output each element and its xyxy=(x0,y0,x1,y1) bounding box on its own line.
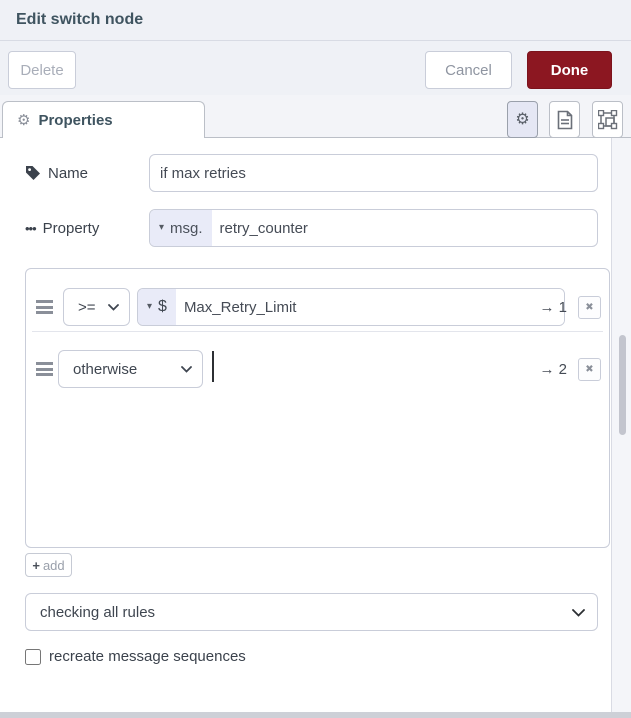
caret-down-icon: ▾ xyxy=(147,301,153,312)
properties-tab-button[interactable]: ⚙ xyxy=(507,101,538,138)
rule-mode-value: checking all rules xyxy=(40,603,156,621)
gear-icon: ⚙ xyxy=(17,111,31,129)
property-type-selector[interactable]: ▾ msg. xyxy=(150,210,212,246)
name-label: Name xyxy=(25,154,88,192)
ellipsis-icon: ••• xyxy=(25,220,37,236)
chevron-down-icon xyxy=(572,608,585,617)
dialog-title: Edit switch node xyxy=(16,11,144,28)
property-value[interactable]: retry_counter xyxy=(212,210,308,246)
rule-2-operator-select[interactable]: otherwise xyxy=(58,350,203,388)
tag-icon xyxy=(25,165,41,181)
rule-2-operator-value: otherwise xyxy=(73,360,138,378)
rule-1-operator-select[interactable]: >= xyxy=(63,288,130,326)
remove-icon: ✖ xyxy=(585,364,594,375)
rule-1-value-input[interactable] xyxy=(175,289,564,325)
add-rule-label: add xyxy=(42,557,65,573)
tab-bar: ⚙ Properties ⚙ xyxy=(0,95,631,138)
add-rule-button[interactable]: + add xyxy=(25,553,72,577)
rule-row-2: otherwise → 2 ✖ xyxy=(26,338,609,400)
recreate-sequences-label[interactable]: recreate message sequences xyxy=(49,648,246,665)
property-label: ••• Property xyxy=(25,209,99,247)
rule-1-operator-value: >= xyxy=(78,298,96,316)
rule-1-output-port: → 1 xyxy=(539,298,567,316)
name-label-text: Name xyxy=(48,164,89,182)
chevron-down-icon xyxy=(108,303,119,311)
property-label-text: Property xyxy=(42,219,100,237)
tab-properties-label: Properties xyxy=(38,111,113,129)
plus-icon: + xyxy=(32,557,40,573)
rule-divider xyxy=(32,331,603,332)
rules-container: >= ▾ $ → 1 ✖ otherwise xyxy=(25,268,610,548)
tab-properties[interactable]: ⚙ Properties xyxy=(2,101,205,138)
scrollbar-track[interactable] xyxy=(611,138,631,712)
appearance-tab-button[interactable] xyxy=(592,101,623,138)
scrollbar-thumb[interactable] xyxy=(619,335,626,435)
rule-1-type-selector[interactable]: ▾ $ xyxy=(138,289,176,325)
edit-switch-node-dialog: Edit switch node Delete Cancel Done ⚙ Pr… xyxy=(0,0,631,718)
recreate-sequences-row: recreate message sequences xyxy=(25,648,246,665)
description-tab-button[interactable] xyxy=(549,101,580,138)
expression-type-label: $ xyxy=(158,298,167,315)
remove-icon: ✖ xyxy=(585,302,594,313)
rule-2-remove-button[interactable]: ✖ xyxy=(578,358,601,381)
property-field-group: ▾ msg. retry_counter xyxy=(149,209,598,247)
recreate-sequences-checkbox[interactable] xyxy=(25,648,41,665)
name-input[interactable] xyxy=(149,154,598,192)
rule-1-remove-button[interactable]: ✖ xyxy=(578,296,601,319)
text-cursor xyxy=(212,351,214,382)
rule-mode-select[interactable]: checking all rules xyxy=(25,593,598,631)
rule-2-output-port: → 2 xyxy=(539,360,567,378)
done-button[interactable]: Done xyxy=(527,51,612,89)
cancel-button[interactable]: Cancel xyxy=(425,51,512,89)
dialog-header: Edit switch node xyxy=(0,0,631,41)
dialog-bottom-edge xyxy=(0,712,631,718)
property-type-label: msg. xyxy=(170,219,203,237)
delete-button[interactable]: Delete xyxy=(8,51,76,89)
chevron-down-icon xyxy=(181,365,192,373)
gear-icon: ⚙ xyxy=(515,110,530,128)
action-button-bar: Delete Cancel Done xyxy=(0,41,631,95)
rule-1-value-group: ▾ $ xyxy=(137,288,565,326)
caret-down-icon: ▾ xyxy=(159,222,165,233)
drag-handle-icon[interactable] xyxy=(36,362,53,376)
appearance-icon xyxy=(597,109,618,130)
drag-handle-icon[interactable] xyxy=(36,300,53,314)
name-field-wrap xyxy=(149,154,598,192)
document-icon xyxy=(557,110,573,130)
rule-row-1: >= ▾ $ → 1 ✖ xyxy=(26,276,609,338)
